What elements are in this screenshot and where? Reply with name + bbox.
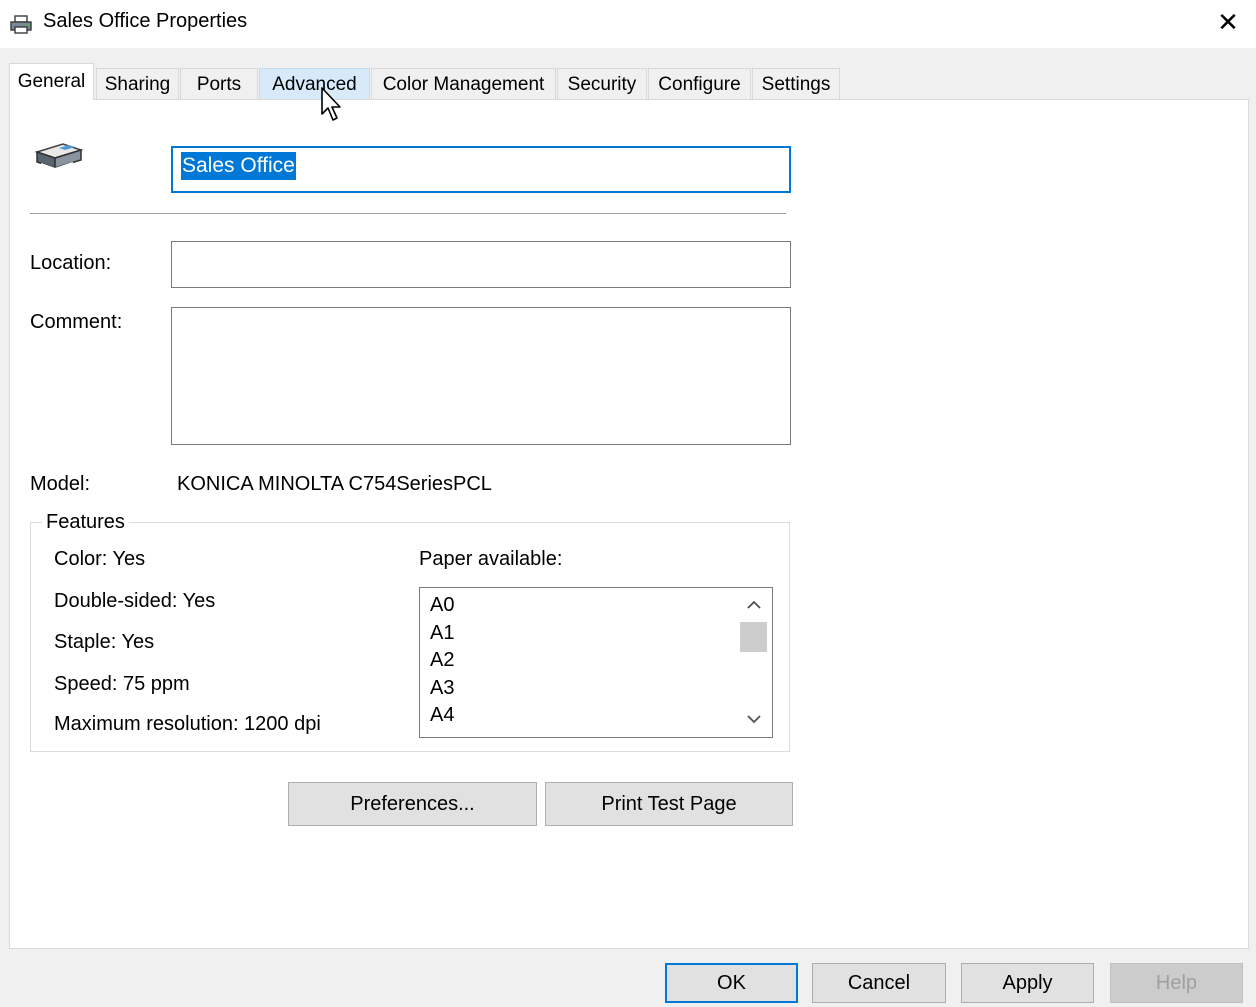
list-item[interactable]: A4 <box>430 704 454 727</box>
close-icon[interactable]: ✕ <box>1214 8 1242 36</box>
list-item[interactable]: A1 <box>430 622 454 645</box>
tab-ports[interactable]: Ports <box>180 68 258 99</box>
apply-button[interactable]: Apply <box>961 963 1094 1003</box>
model-label: Model: <box>30 473 91 495</box>
paper-listbox[interactable]: A0 A1 A2 A3 A4 <box>419 587 773 738</box>
tab-sharing[interactable]: Sharing <box>96 68 179 99</box>
feature-speed: Speed: 75 ppm <box>54 673 190 695</box>
feature-max-resolution: Maximum resolution: 1200 dpi <box>54 713 321 735</box>
separator <box>30 213 786 214</box>
help-button[interactable]: Help <box>1110 963 1243 1003</box>
comment-label: Comment: <box>30 311 123 333</box>
mouse-cursor-icon <box>321 87 341 121</box>
comment-field[interactable] <box>171 307 791 445</box>
list-item[interactable]: A3 <box>430 677 454 700</box>
list-item[interactable]: A0 <box>430 594 454 617</box>
print-test-page-button[interactable]: Print Test Page <box>545 782 793 826</box>
ok-button[interactable]: OK <box>665 963 798 1003</box>
cancel-button[interactable]: Cancel <box>812 963 946 1003</box>
tab-settings[interactable]: Settings <box>752 68 840 99</box>
scroll-down-icon[interactable] <box>742 711 766 735</box>
printer-name-value: Sales Office <box>181 152 296 180</box>
location-field[interactable] <box>171 241 791 288</box>
printer-large-icon <box>34 143 84 171</box>
paper-available-label: Paper available: <box>419 548 563 570</box>
location-label: Location: <box>30 252 112 274</box>
feature-staple: Staple: Yes <box>54 631 155 653</box>
tab-security[interactable]: Security <box>557 68 647 99</box>
printer-icon <box>10 15 32 34</box>
scroll-up-icon[interactable] <box>742 597 766 621</box>
preferences-button[interactable]: Preferences... <box>288 782 537 826</box>
tab-advanced[interactable]: Advanced <box>259 68 370 99</box>
tab-general[interactable]: General <box>9 63 94 100</box>
scrollbar-thumb[interactable] <box>740 622 767 652</box>
tab-configure[interactable]: Configure <box>648 68 751 99</box>
tab-color-management[interactable]: Color Management <box>371 68 556 99</box>
window-title: Sales Office Properties <box>43 10 248 32</box>
feature-color: Color: Yes <box>54 548 146 570</box>
list-item[interactable]: A2 <box>430 649 454 672</box>
model-value: KONICA MINOLTA C754SeriesPCL <box>177 473 492 495</box>
feature-double-sided: Double-sided: Yes <box>54 590 216 612</box>
features-legend: Features <box>42 511 129 534</box>
